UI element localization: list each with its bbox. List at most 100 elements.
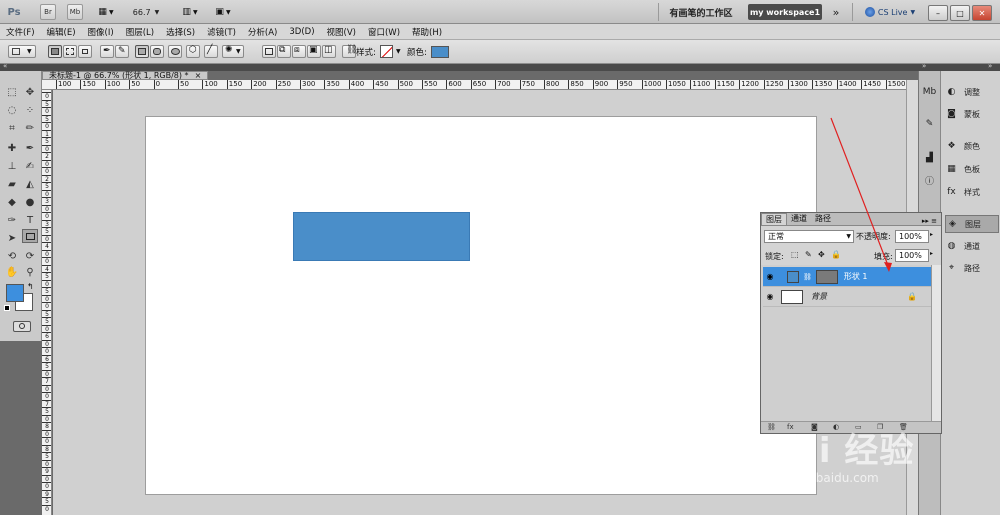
workspace-label[interactable]: 有画笔的工作区: [665, 4, 737, 20]
opacity-input[interactable]: 100%: [895, 230, 929, 243]
pen-tool-icon[interactable]: ✑: [4, 213, 20, 227]
screen-mode-dropdown[interactable]: ▣ ▼: [210, 4, 236, 20]
dock-channels[interactable]: ◍ 通道: [945, 237, 999, 255]
cs-live-button[interactable]: CS Live ▼: [862, 4, 918, 20]
new-layer-icon[interactable]: ❐: [877, 423, 883, 431]
polygon-button[interactable]: ⬡: [186, 45, 200, 58]
visibility-eye-icon[interactable]: ◉: [763, 292, 777, 301]
delete-layer-icon[interactable]: 🗑: [899, 423, 908, 431]
menu-window[interactable]: 窗口(W): [368, 26, 400, 38]
fill-pixels-mode-button[interactable]: [78, 45, 92, 58]
new-group-icon[interactable]: ▭: [855, 423, 862, 431]
lock-position-icon[interactable]: ✥: [818, 250, 825, 259]
subtract-shape-button[interactable]: ⧈: [292, 45, 306, 58]
eraser-tool-icon[interactable]: ▰: [4, 177, 20, 191]
paint-bucket-tool-icon[interactable]: ◭: [22, 177, 38, 191]
mini-bridge-button[interactable]: Mb: [67, 4, 83, 20]
add-to-shape-button[interactable]: ⧉: [277, 45, 291, 58]
style-picker[interactable]: [380, 45, 393, 58]
path-selection-tool-icon[interactable]: ➤: [4, 231, 20, 245]
minimize-button[interactable]: –: [928, 5, 948, 21]
spot-healing-tool-icon[interactable]: ✚: [4, 141, 20, 155]
quick-selection-tool-icon[interactable]: ⁘: [22, 103, 38, 117]
dock-layers[interactable]: ◈ 图层: [945, 215, 999, 233]
pen-tool-button[interactable]: ✒: [100, 45, 114, 58]
layer-row-background[interactable]: ◉ 背景 🔒: [763, 287, 931, 307]
menu-filter[interactable]: 滤镜(T): [207, 26, 236, 38]
blend-mode-dropdown[interactable]: 正常 ▼: [764, 230, 854, 243]
3d-rotate-tool-icon[interactable]: ⟲: [4, 249, 20, 263]
info-icon[interactable]: ⓘ: [922, 173, 937, 187]
menu-file[interactable]: 文件(F): [6, 26, 35, 38]
dock-swatches[interactable]: ▦ 色板: [945, 160, 999, 178]
rectangle-shape-button[interactable]: [135, 45, 149, 58]
adjustment-layer-icon[interactable]: ◐: [833, 423, 839, 431]
bridge-button[interactable]: Br: [40, 4, 56, 20]
type-tool-icon[interactable]: T: [22, 213, 38, 227]
marquee-tool-icon[interactable]: ⬚: [4, 85, 20, 99]
3d-orbit-tool-icon[interactable]: ⟳: [22, 249, 38, 263]
history-brush-tool-icon[interactable]: ✍: [22, 159, 38, 173]
link-icon[interactable]: ⛓: [803, 273, 812, 281]
tab-layers[interactable]: 图层: [761, 213, 787, 225]
collapse-arrows-icon[interactable]: »: [988, 62, 992, 70]
move-tool-icon[interactable]: ✥: [22, 85, 38, 99]
layers-scrollbar[interactable]: [931, 265, 941, 421]
dock-color[interactable]: ❖ 颜色: [945, 137, 999, 155]
add-layer-style-icon[interactable]: fx: [787, 423, 794, 431]
rounded-rectangle-button[interactable]: [150, 45, 164, 58]
exclude-overlap-button[interactable]: ◫: [322, 45, 336, 58]
custom-shape-button[interactable]: ✺ ▼: [222, 45, 244, 58]
opacity-slider-arrow-icon[interactable]: ▸: [930, 231, 933, 238]
collapse-arrows-icon[interactable]: »: [922, 62, 926, 70]
close-document-icon[interactable]: ×: [195, 71, 202, 80]
menu-analysis[interactable]: 分析(A): [248, 26, 277, 38]
arrange-documents-dropdown[interactable]: ▥ ▼: [178, 4, 202, 20]
vertical-ruler[interactable]: 0505015020025030035040045050055060065070…: [42, 90, 52, 515]
fill-input[interactable]: 100%: [895, 249, 929, 262]
visibility-eye-icon[interactable]: ◉: [763, 272, 777, 281]
collapse-arrows-icon[interactable]: «: [3, 62, 7, 70]
brush-preset-icon[interactable]: ✎: [922, 117, 937, 131]
rectangle-shape-layer-1[interactable]: [293, 212, 470, 261]
lasso-tool-icon[interactable]: ◌: [4, 103, 20, 117]
zoom-level-dropdown[interactable]: 66.7 ▼: [128, 4, 164, 20]
shape-color-swatch[interactable]: [431, 46, 449, 58]
line-button[interactable]: ╱: [204, 45, 218, 58]
dodge-tool-icon[interactable]: ●: [22, 195, 38, 209]
create-new-shape-layer-button[interactable]: [262, 45, 276, 58]
clone-stamp-tool-icon[interactable]: ⊥: [4, 159, 20, 173]
menu-layer[interactable]: 图层(L): [126, 26, 154, 38]
dock-styles[interactable]: fx 样式: [945, 183, 999, 201]
histogram-icon[interactable]: ▟: [922, 151, 937, 165]
tab-channels[interactable]: 通道: [787, 213, 811, 225]
blur-tool-icon[interactable]: ◆: [4, 195, 20, 209]
chevron-down-icon[interactable]: ▼: [396, 48, 401, 55]
active-workspace-button[interactable]: my workspace1: [748, 4, 822, 20]
intersect-shape-button[interactable]: ▣: [307, 45, 321, 58]
quick-mask-button[interactable]: [13, 321, 31, 332]
menu-image[interactable]: 图像(I): [88, 26, 114, 38]
rectangle-tool-icon[interactable]: [22, 229, 38, 243]
more-workspaces-button[interactable]: »: [828, 4, 844, 20]
menu-select[interactable]: 选择(S): [166, 26, 195, 38]
lock-image-icon[interactable]: ✎: [805, 250, 812, 259]
paths-mode-button[interactable]: [63, 45, 77, 58]
lock-all-icon[interactable]: 🔒: [831, 250, 841, 259]
swap-colors-icon[interactable]: ↰: [27, 282, 34, 291]
fill-slider-arrow-icon[interactable]: ▸: [930, 250, 933, 257]
view-extras-dropdown[interactable]: ▦ ▼: [94, 4, 118, 20]
default-colors-icon[interactable]: [4, 305, 10, 311]
horizontal-ruler[interactable]: 100 150 100 50 0 50 100 150 200 250 300 350 400 450 50…: [42, 80, 906, 90]
add-layer-mask-icon[interactable]: ◙: [811, 423, 818, 431]
menu-view[interactable]: 视图(V): [327, 26, 356, 38]
tool-preset-picker[interactable]: ▼: [8, 45, 36, 58]
brush-tool-icon[interactable]: ✒: [22, 141, 38, 155]
zoom-tool-icon[interactable]: ⚲: [22, 265, 38, 279]
dock-masks[interactable]: ◙ 蒙板: [945, 105, 999, 123]
dock-paths[interactable]: ⌖ 路径: [945, 259, 999, 277]
eyedropper-tool-icon[interactable]: ✏: [22, 121, 38, 135]
menu-3d[interactable]: 3D(D): [289, 27, 314, 37]
hand-tool-icon[interactable]: ✋: [4, 265, 20, 279]
lock-transparency-icon[interactable]: ⬚: [791, 250, 799, 259]
